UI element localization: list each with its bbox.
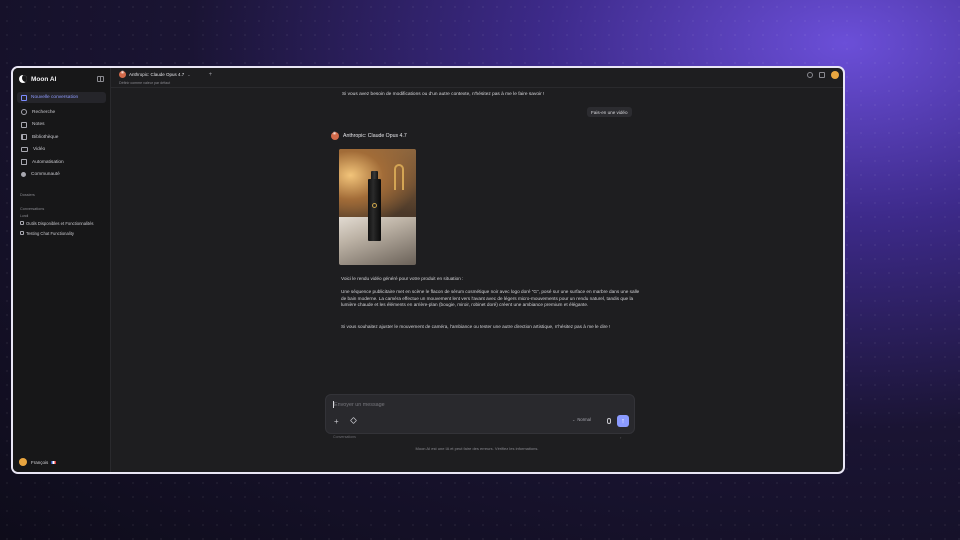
new-conversation-button[interactable]: Nouvelle conversation	[17, 92, 106, 103]
conversation-item[interactable]: Testing Chat Functionality	[17, 228, 106, 238]
moon-logo-icon	[19, 75, 27, 83]
image-bottle-logo	[372, 203, 377, 208]
user-message: Fais-en une vidéo	[587, 107, 632, 117]
conversation-item[interactable]: Outils Disponibles et Fonctionnalités	[17, 218, 106, 228]
sidebar-item-bibliotheque[interactable]: Bibliothèque	[17, 131, 106, 144]
brand: Moon AI	[17, 72, 106, 86]
notes-icon	[21, 121, 27, 128]
chat-main: Anthropic: Claude Opus 4.7 ⌄ + Définir c…	[111, 68, 843, 472]
mode-label: Normal	[577, 417, 591, 422]
app-window: Moon AI Nouvelle conversation Recherche …	[11, 66, 845, 474]
assistant-header: Anthropic: Claude Opus 4.7	[331, 131, 407, 140]
tool-icon	[20, 221, 24, 225]
sidebar-item-label: Bibliothèque	[32, 134, 59, 140]
generated-video-thumbnail[interactable]	[339, 149, 416, 265]
sidebar-item-label: Notes	[32, 122, 45, 128]
disclaimer-text: Moon AI est une IA et peut faire des err…	[415, 446, 539, 451]
anthropic-logo-icon	[119, 70, 126, 78]
app-name: Moon AI	[31, 75, 57, 83]
user-name: François	[31, 459, 49, 465]
sidebar-item-communaute[interactable]: Communauté	[17, 169, 106, 182]
automation-icon	[21, 159, 27, 166]
assistant-name: Anthropic: Claude Opus 4.7	[343, 133, 407, 139]
sidebar-item-label: Recherche	[32, 109, 56, 115]
conversation-title: Testing Chat Functionality	[26, 230, 74, 236]
chevron-right-icon[interactable]: ›	[620, 435, 621, 440]
sidebar: Moon AI Nouvelle conversation Recherche …	[13, 68, 111, 472]
assistant-response-intro: Voici le rendu vidéo généré pour votre p…	[341, 276, 464, 281]
edit-icon	[21, 94, 27, 101]
assistant-response-paragraph: Si vous souhaitez ajuster le mouvement d…	[341, 324, 611, 329]
image-bottle	[368, 179, 381, 241]
library-icon	[21, 134, 27, 141]
chevron-down-icon: ⌄	[572, 417, 576, 422]
mode-selector[interactable]: ⌄ Normal	[572, 417, 591, 422]
user-profile[interactable]: François	[19, 458, 57, 466]
previous-message-text: Si vous avez besoin de modifications ou …	[342, 92, 545, 97]
set-default-link[interactable]: Définir comme valeur par défaut	[119, 81, 170, 85]
top-bar-actions	[807, 71, 839, 79]
avatar[interactable]	[831, 71, 839, 79]
sidebar-item-automatisation[interactable]: Automatisation	[17, 156, 106, 169]
sidebar-item-recherche[interactable]: Recherche	[17, 106, 106, 119]
microphone-icon[interactable]	[607, 418, 611, 424]
sidebar-toggle-icon[interactable]	[97, 76, 104, 82]
anthropic-logo-icon	[331, 131, 339, 140]
conversation-title: Outils Disponibles et Fonctionnalités	[26, 220, 94, 226]
sidebar-item-notes[interactable]: Notes	[17, 119, 106, 132]
sidebar-item-label: Vidéo	[33, 147, 46, 153]
chevron-down-icon: ⌄	[187, 72, 191, 77]
model-selector[interactable]: Anthropic: Claude Opus 4.7 ⌄ +	[119, 70, 213, 78]
top-bar: Anthropic: Claude Opus 4.7 ⌄ + Définir c…	[111, 68, 843, 88]
tools-icon[interactable]	[350, 417, 357, 424]
sidebar-item-label: Automatisation	[32, 159, 64, 165]
message-input[interactable]: Envoyer un message	[334, 402, 385, 408]
avatar	[19, 458, 27, 466]
community-icon	[21, 172, 26, 178]
chat-icon	[20, 231, 24, 235]
attach-icon[interactable]: +	[334, 417, 339, 426]
assistant-response-paragraph: Une séquence publicitaire met en scène l…	[341, 289, 640, 308]
add-model-icon[interactable]: +	[209, 72, 213, 78]
sidebar-item-label: Communauté	[31, 172, 60, 178]
send-button[interactable]: ↑	[617, 415, 629, 427]
menu-icon[interactable]	[819, 72, 825, 78]
new-conversation-label: Nouvelle conversation	[31, 95, 79, 100]
search-icon	[21, 109, 27, 116]
image-faucet	[394, 164, 404, 190]
message-composer: Envoyer un message + ⌄ Normal ↑	[325, 394, 635, 434]
flag-icon	[51, 460, 57, 464]
settings-icon[interactable]	[807, 72, 813, 78]
composer-hint[interactable]: Conversations	[333, 435, 356, 439]
model-name: Anthropic: Claude Opus 4.7	[129, 72, 185, 77]
video-icon	[21, 147, 28, 153]
sidebar-item-video[interactable]: Vidéo	[17, 144, 106, 157]
